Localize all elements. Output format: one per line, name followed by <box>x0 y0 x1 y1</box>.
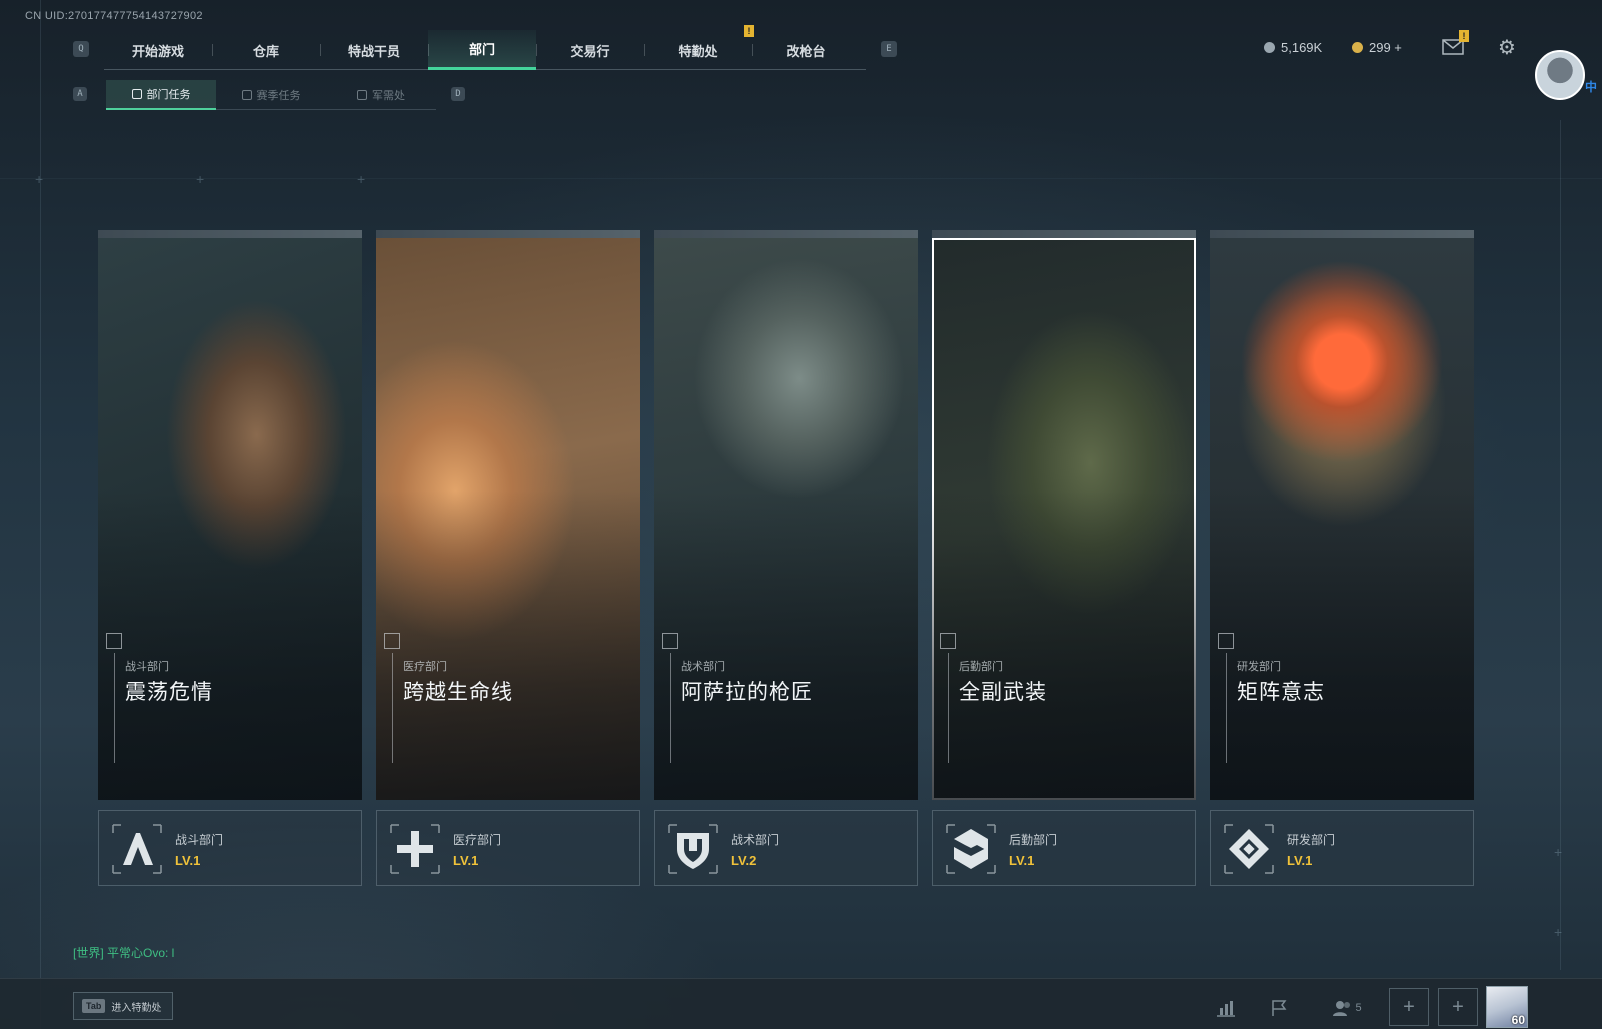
tab-trading[interactable]: 交易行 <box>536 30 644 70</box>
card-title: 跨越生命线 <box>403 681 513 704</box>
card-dept-label: 战术部门 <box>681 661 725 673</box>
subnav-next-key[interactable]: D <box>451 87 465 101</box>
dept-footer: 战术部门 LV.2 <box>654 810 918 886</box>
dept-name: 医疗部门 <box>453 833 502 847</box>
dept-name: 战斗部门 <box>175 833 224 847</box>
plus-marker-icon: + <box>35 171 44 187</box>
subtab-season-tasks[interactable]: 赛季任务 <box>216 80 326 110</box>
tactical-dept-icon <box>668 824 718 874</box>
card-title: 阿萨拉的枪匠 <box>681 681 813 704</box>
combat-dept-icon <box>112 824 162 874</box>
tab-warehouse[interactable]: 仓库 <box>212 30 320 70</box>
dept-name: 后勤部门 <box>1009 833 1058 847</box>
currency-gold[interactable]: 299 + <box>1352 40 1402 55</box>
enter-special-ops-button[interactable]: Tab 进入特勤处 <box>73 992 173 1020</box>
subnav-prev-key[interactable]: A <box>73 87 87 101</box>
mail-alert-badge: ! <box>1459 30 1469 42</box>
tab-start-game[interactable]: 开始游戏 <box>104 30 212 70</box>
nav-prev-key[interactable]: Q <box>73 41 89 57</box>
dept-level: LV.1 <box>1287 853 1313 868</box>
world-chat-message[interactable]: [世界] 平常心Ovo: l <box>73 944 174 961</box>
frame-line <box>40 0 41 1029</box>
card-strip <box>654 230 918 238</box>
card-artwork: 战斗部门 震荡危情 <box>98 238 362 800</box>
card-strip <box>98 230 362 238</box>
tab-key: Tab <box>82 999 106 1013</box>
tab-hint-label: 进入特勤处 <box>111 1002 162 1014</box>
flag-icon[interactable] <box>1262 993 1296 1023</box>
subtab-quartermaster[interactable]: 军需处 <box>326 80 436 110</box>
card-title: 全副武装 <box>959 681 1047 704</box>
corner-bracket <box>1218 633 1234 649</box>
sub-nav: 部门任务 赛季任务 军需处 <box>106 80 436 110</box>
frame-line <box>1560 120 1561 970</box>
add-slot-button[interactable]: + <box>1389 988 1429 1026</box>
subtab-label: 部门任务 <box>146 89 191 101</box>
player-uid: CN UID:270177477754143727902 <box>25 10 203 22</box>
tab-operators[interactable]: 特战干员 <box>320 30 428 70</box>
card-artwork: 后勤部门 全副武装 <box>932 238 1196 800</box>
player-avatar[interactable]: 60 <box>1486 986 1528 1028</box>
add-slot-button[interactable]: + <box>1438 988 1478 1026</box>
avatar[interactable] <box>1535 50 1585 100</box>
dept-level: LV.2 <box>731 853 757 868</box>
card-title: 矩阵意志 <box>1237 681 1325 704</box>
silver-coin-icon <box>1264 42 1275 53</box>
dept-level: LV.1 <box>453 853 479 868</box>
logistics-dept-icon <box>946 824 996 874</box>
plus-marker-icon: + <box>1554 844 1563 860</box>
subtab-label: 军需处 <box>372 90 405 102</box>
dept-level: LV.1 <box>175 853 201 868</box>
tab-department[interactable]: 部门 <box>428 30 536 70</box>
dept-footer: 战斗部门 LV.1 <box>98 810 362 886</box>
tab-special-ops[interactable]: 特勤处 <box>644 30 752 70</box>
plus-marker-icon: + <box>1554 924 1563 940</box>
currency-silver: 5,169K <box>1264 40 1322 55</box>
corner-bracket <box>940 633 956 649</box>
supply-icon <box>357 90 367 100</box>
rnd-dept-icon <box>1224 824 1274 874</box>
gold-amount: 299 + <box>1369 40 1402 55</box>
dept-footer: 医疗部门 LV.1 <box>376 810 640 886</box>
nav-next-key[interactable]: E <box>881 41 897 57</box>
corner-bracket <box>384 633 400 649</box>
gear-icon[interactable]: ⚙ <box>1494 36 1520 59</box>
dept-footer: 后勤部门 LV.1 <box>932 810 1196 886</box>
subtab-dept-tasks[interactable]: 部门任务 <box>106 80 216 110</box>
special-ops-alert-badge: ! <box>744 25 754 37</box>
corner-bracket <box>106 633 122 649</box>
card-artwork: 医疗部门 跨越生命线 <box>376 238 640 800</box>
language-tag: 中 <box>1585 80 1598 94</box>
card-title: 震荡危情 <box>125 681 213 704</box>
player-level: 60 <box>1511 1013 1525 1027</box>
task-icon <box>131 89 142 99</box>
frame-line <box>0 178 1602 179</box>
dept-footer: 研发部门 LV.1 <box>1210 810 1474 886</box>
plus-marker-icon: + <box>357 171 366 187</box>
card-artwork: 研发部门 矩阵意志 <box>1210 238 1474 800</box>
card-dept-label: 战斗部门 <box>125 661 169 673</box>
tab-gunsmith[interactable]: 改枪台 <box>752 30 860 70</box>
corner-bracket <box>662 633 678 649</box>
plus-marker-icon: + <box>196 171 205 187</box>
party-count: 5 <box>1355 1002 1362 1014</box>
lock-icon <box>241 90 252 100</box>
subtab-label: 赛季任务 <box>256 90 301 102</box>
card-strip <box>1210 230 1474 238</box>
gold-coin-icon <box>1352 42 1363 53</box>
card-dept-label: 研发部门 <box>1237 661 1281 673</box>
dept-name: 战术部门 <box>731 833 780 847</box>
card-artwork: 战术部门 阿萨拉的枪匠 <box>654 238 918 800</box>
dept-level: LV.1 <box>1009 853 1035 868</box>
silver-amount: 5,169K <box>1281 40 1323 55</box>
party-button[interactable]: 5 <box>1322 993 1372 1023</box>
stats-icon[interactable] <box>1209 993 1243 1023</box>
card-strip <box>376 230 640 238</box>
card-strip <box>932 230 1196 238</box>
users-icon <box>1333 1001 1351 1016</box>
medical-dept-icon <box>390 824 440 874</box>
card-dept-label: 医疗部门 <box>403 661 447 673</box>
dept-name: 研发部门 <box>1287 833 1336 847</box>
card-dept-label: 后勤部门 <box>959 661 1003 673</box>
